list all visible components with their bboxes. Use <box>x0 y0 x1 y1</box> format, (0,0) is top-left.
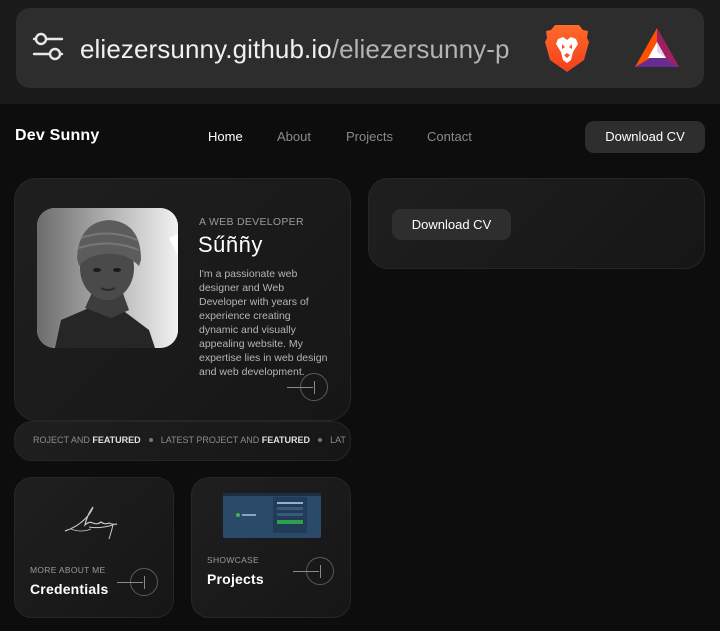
plus-arrow-icon[interactable] <box>287 373 328 401</box>
url-host: eliezersunny.github.io <box>80 34 332 64</box>
avatar <box>37 208 178 348</box>
profile-card[interactable]: A WEB DEVELOPER Sűññy I'm a passionate w… <box>14 178 351 421</box>
browser-toolbar: eliezersunny.github.io/eliezersunny-p <box>0 0 720 104</box>
projects-card[interactable]: SHOWCASE Projects <box>191 477 351 618</box>
ticker-item: LAT <box>330 435 346 445</box>
plus-arrow-icon[interactable] <box>117 568 158 596</box>
tune-icon[interactable] <box>32 32 64 62</box>
cv-card: Download CV <box>368 178 705 269</box>
url-path: /eliezersunny-p <box>331 34 510 64</box>
projects-title: Projects <box>207 571 264 587</box>
ticker-separator <box>318 438 323 442</box>
profile-bio: I'm a passionate web designer and Web De… <box>199 268 328 378</box>
credentials-card[interactable]: MORE ABOUT ME Credentials <box>14 477 174 618</box>
bat-triangle-icon[interactable] <box>633 26 681 70</box>
nav-about[interactable]: About <box>277 129 311 144</box>
nav-contact[interactable]: Contact <box>427 129 472 144</box>
plus-arrow-icon[interactable] <box>293 557 334 585</box>
ticker-separator <box>148 438 153 442</box>
profile-name: Sűññy <box>198 232 263 257</box>
credentials-eyebrow: MORE ABOUT ME <box>30 565 106 575</box>
ticker-banner: ROJECT AND FEATURED LATEST PROJECT AND F… <box>14 421 351 461</box>
ticker-item: ROJECT AND FEATURED <box>33 435 141 445</box>
profile-eyebrow: A WEB DEVELOPER <box>199 216 304 228</box>
nav-projects[interactable]: Projects <box>346 129 393 144</box>
download-cv-button[interactable]: Download CV <box>585 121 705 153</box>
site-logo[interactable]: Dev Sunny <box>15 127 100 145</box>
brave-lion-icon[interactable] <box>543 22 591 74</box>
nav-home[interactable]: Home <box>208 129 243 144</box>
ticker-track: ROJECT AND FEATURED LATEST PROJECT AND F… <box>33 435 346 445</box>
project-thumbnail <box>223 493 321 538</box>
signature-icon <box>63 503 119 543</box>
projects-eyebrow: SHOWCASE <box>207 555 259 565</box>
url-text[interactable]: eliezersunny.github.io/eliezersunny-p <box>80 28 525 70</box>
credentials-title: Credentials <box>30 581 109 597</box>
ticker-item: LATEST PROJECT AND FEATURED <box>160 435 311 445</box>
card-download-cv-button[interactable]: Download CV <box>392 209 511 240</box>
